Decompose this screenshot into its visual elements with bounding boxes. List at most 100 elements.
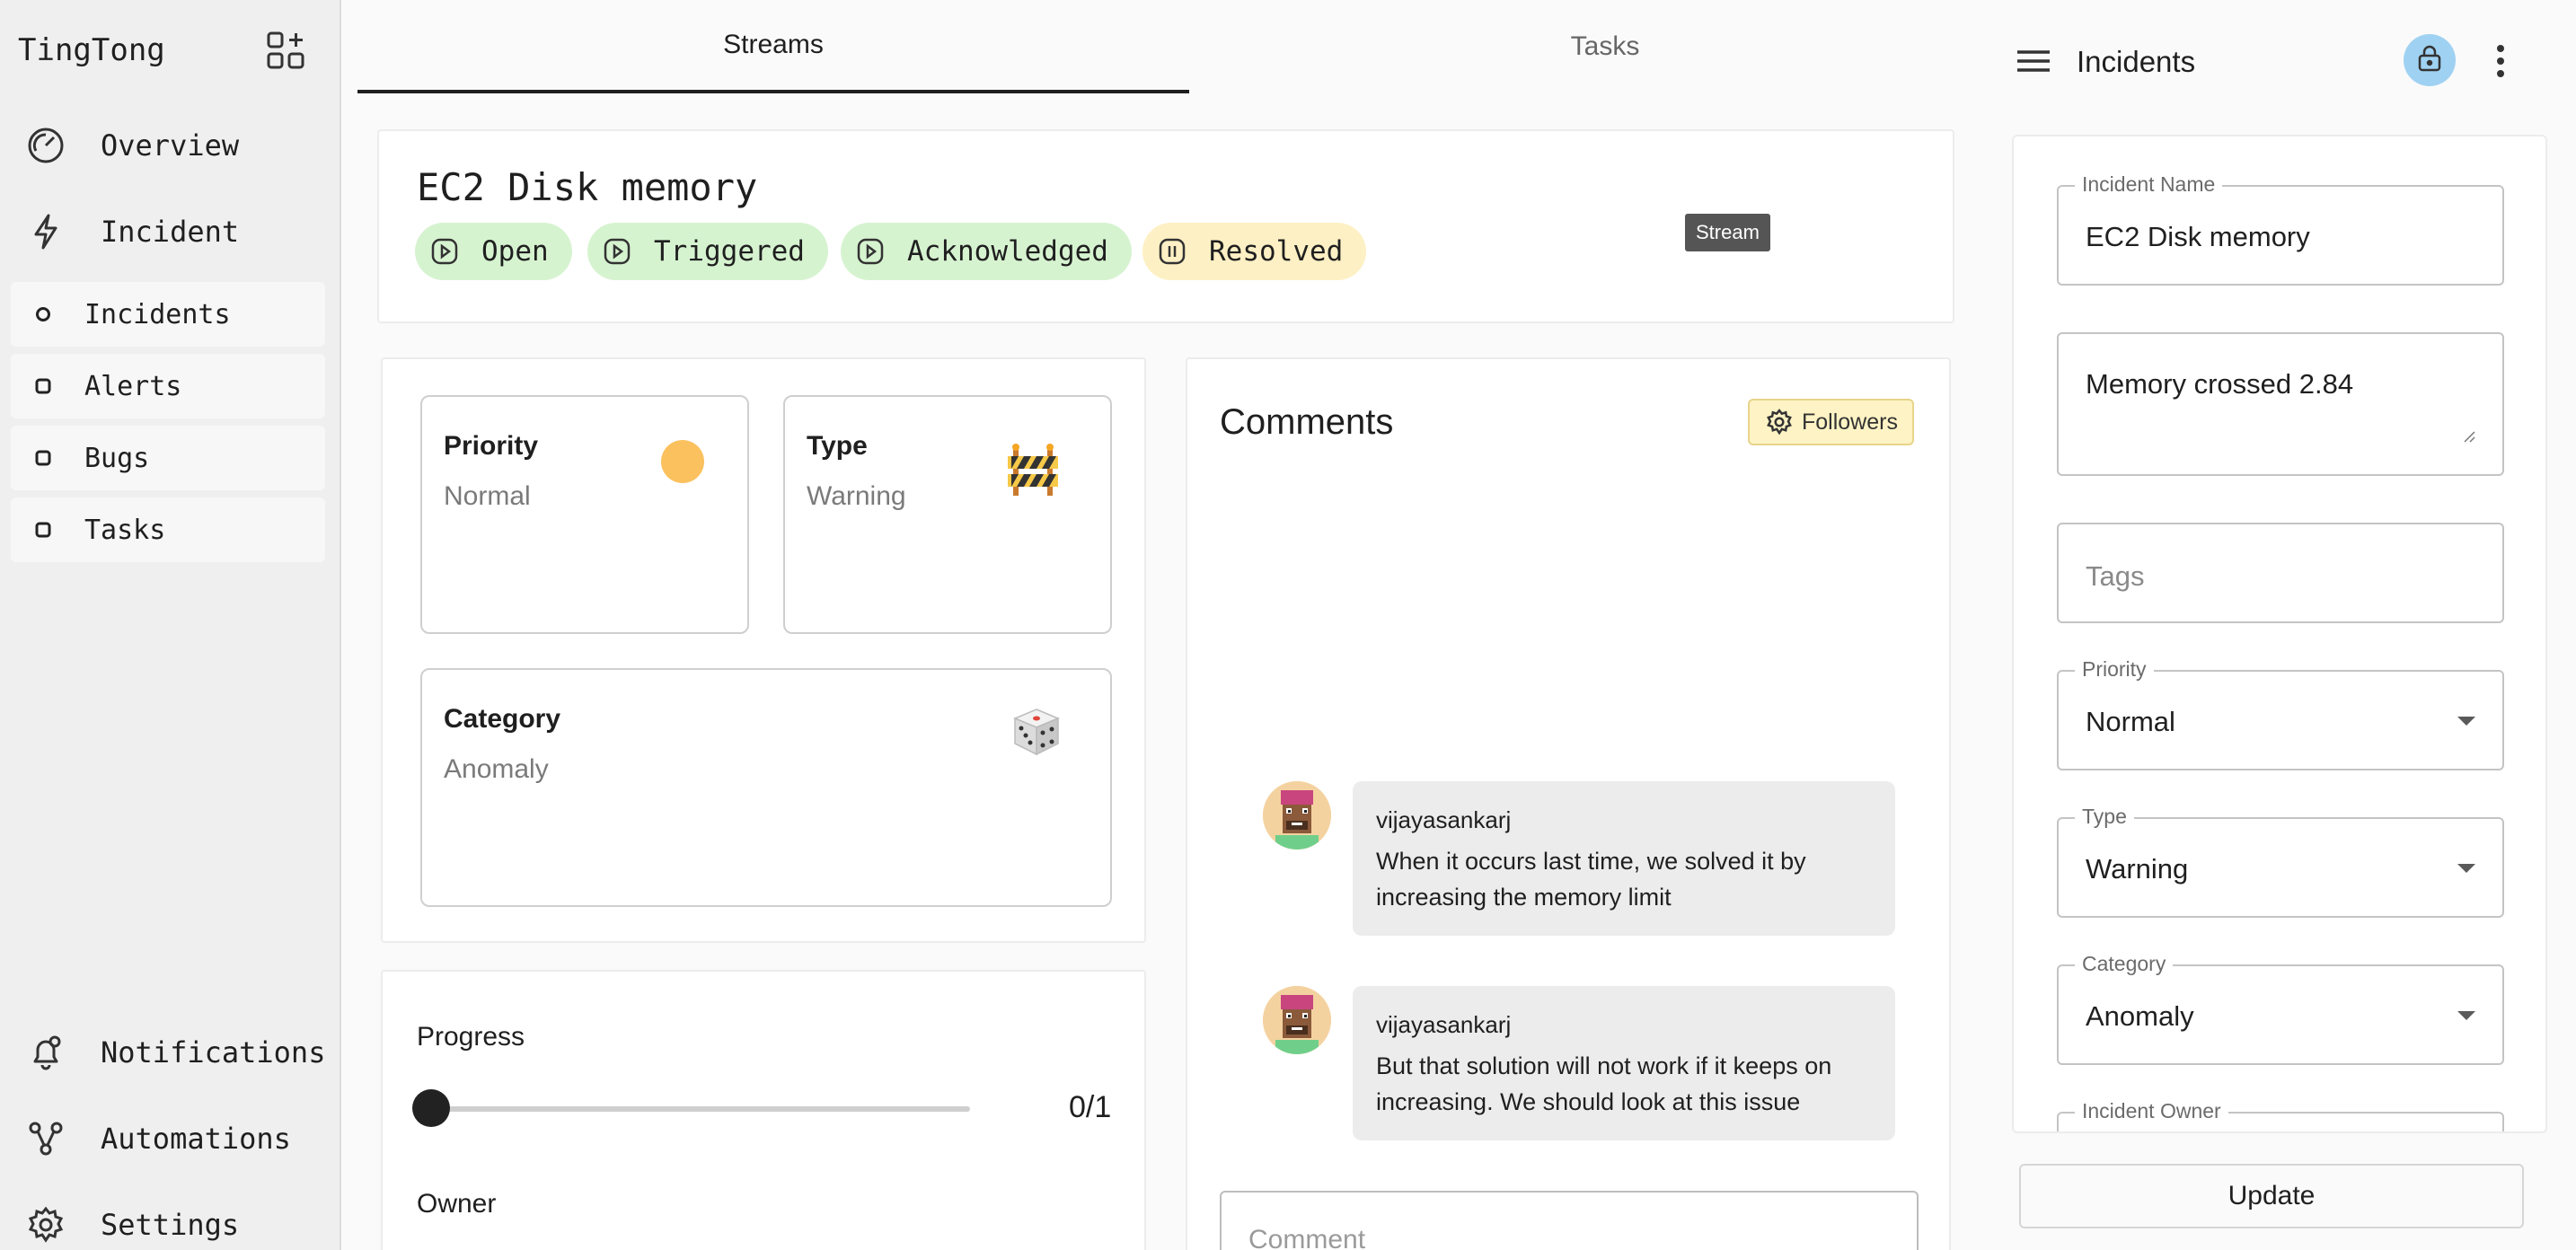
priority-select[interactable]: Priority Normal: [2057, 657, 2504, 770]
incident-name-field[interactable]: Incident Name EC2 Disk memory: [2057, 172, 2504, 286]
sidebar-item-alerts[interactable]: Alerts: [11, 354, 325, 418]
sidebar-item-label: Settings: [101, 1208, 240, 1242]
sidebar-item-settings[interactable]: Settings: [25, 1200, 239, 1250]
incident-form: Incident Name EC2 Disk memory Memory cro…: [2012, 135, 2547, 1133]
workflow-icon: [25, 1118, 66, 1159]
gear-icon: [1766, 409, 1793, 436]
sidebar-item-tasks[interactable]: Tasks: [11, 497, 325, 562]
field-label: Priority: [2075, 657, 2154, 682]
progress-value: 0/1: [1069, 1090, 1112, 1124]
state-chip-label: Acknowledged: [907, 235, 1108, 268]
add-widget-icon[interactable]: [266, 31, 305, 70]
type-select[interactable]: Type Warning: [2057, 805, 2504, 918]
pause-icon: [1159, 238, 1186, 265]
square-icon: [34, 449, 52, 467]
update-button[interactable]: Update: [2019, 1164, 2524, 1228]
field-label: Type: [2075, 805, 2134, 829]
sidebar-item-bugs[interactable]: Bugs: [11, 426, 325, 490]
lock-button[interactable]: [2404, 34, 2456, 86]
progress-slider-track[interactable]: [431, 1106, 970, 1112]
sidebar-item-overview[interactable]: Overview: [25, 120, 239, 171]
bell-icon: [25, 1032, 66, 1073]
sidebar-item-incident[interactable]: Incident: [25, 207, 239, 257]
play-icon: [431, 238, 458, 265]
chevron-down-icon: [2457, 1011, 2475, 1020]
field-value: Warning: [2086, 853, 2189, 885]
dice-icon: [1010, 706, 1063, 762]
sidebar-item-notifications[interactable]: Notifications: [25, 1027, 325, 1078]
hamburger-menu-icon[interactable]: [2014, 43, 2053, 79]
sidebar-item-label: Tasks: [84, 514, 166, 546]
state-chip-label: Open: [481, 235, 549, 268]
square-icon: [34, 377, 52, 395]
category-card-title: Category: [444, 704, 561, 734]
progress-slider-thumb[interactable]: [412, 1089, 450, 1127]
type-card: Type Warning: [783, 395, 1112, 634]
construction-barrier-icon: [1006, 444, 1060, 500]
tab-bar: Streams Tasks: [357, 0, 2010, 93]
lightning-icon: [25, 211, 66, 252]
field-label: Category: [2075, 952, 2174, 976]
field-value: EC2 Disk memory: [2086, 221, 2310, 252]
stream-tooltip: Stream: [1685, 214, 1770, 251]
sidebar-item-automations[interactable]: Automations: [25, 1114, 291, 1164]
category-card-value: Anomaly: [444, 754, 549, 784]
field-label: Incident Name: [2075, 172, 2223, 197]
comment-bubble: vijayasankarj When it occurs last time, …: [1353, 781, 1895, 936]
sidebar-item-label: Incidents: [84, 298, 231, 330]
sidebar-item-label: Bugs: [84, 442, 150, 474]
category-card: Category Anomaly: [420, 668, 1112, 907]
comment-text: But that solution will not work if it ke…: [1376, 1052, 1832, 1115]
field-value: Anomaly: [2086, 1000, 2194, 1032]
right-panel-title: Incidents: [2077, 45, 2196, 78]
state-chip-triggered[interactable]: Triggered: [587, 223, 828, 280]
page-title: EC2 Disk memory: [417, 165, 758, 209]
field-value: Normal: [2086, 706, 2175, 737]
sidebar-item-incidents[interactable]: Incidents: [11, 282, 325, 347]
priority-card: Priority Normal: [420, 395, 749, 634]
followers-label: Followers: [1802, 409, 1898, 435]
incident-info-panel: Priority Normal Type Warning Category An…: [381, 357, 1146, 943]
comment-input[interactable]: Comment: [1220, 1191, 1919, 1250]
state-chip-acknowledged[interactable]: Acknowledged: [841, 223, 1132, 280]
followers-button[interactable]: Followers: [1748, 399, 1914, 445]
state-chip-open[interactable]: Open: [415, 223, 572, 280]
priority-indicator-icon: [661, 440, 704, 483]
tags-field[interactable]: Tags: [2057, 523, 2504, 623]
more-vertical-icon[interactable]: [2488, 40, 2513, 83]
gear-icon: [25, 1204, 66, 1246]
sidebar-item-label: Incident: [101, 215, 240, 249]
circle-icon: [34, 305, 52, 323]
sidebar-item-label: Notifications: [101, 1035, 326, 1070]
comment-author: vijayasankarj: [1376, 1011, 1512, 1038]
state-chip-label: Triggered: [654, 235, 805, 268]
resize-handle-icon[interactable]: [2463, 430, 2475, 447]
priority-card-title: Priority: [444, 431, 539, 461]
tab-streams[interactable]: Streams: [357, 0, 1189, 93]
priority-card-value: Normal: [444, 481, 531, 511]
play-icon: [604, 238, 631, 265]
avatar: [1263, 781, 1331, 849]
incident-owner-field[interactable]: Incident Owner: [2057, 1099, 2504, 1131]
type-card-value: Warning: [807, 481, 906, 511]
progress-label: Progress: [417, 1022, 525, 1052]
sidebar-item-label: Overview: [101, 128, 240, 163]
tab-tasks[interactable]: Tasks: [1189, 0, 2021, 93]
field-value: Memory crossed 2.84: [2086, 368, 2354, 400]
chevron-down-icon: [2457, 864, 2475, 873]
chevron-down-icon: [2457, 717, 2475, 726]
comment-author: vijayasankarj: [1376, 806, 1512, 833]
sidebar: TingTong Overview Incident Incidents Ale…: [0, 0, 341, 1250]
app-title: TingTong: [18, 32, 165, 68]
avatar: [1263, 986, 1331, 1054]
comment-input-placeholder: Comment: [1248, 1225, 1366, 1250]
state-chip-label: Resolved: [1209, 235, 1344, 268]
category-select[interactable]: Category Anomaly: [2057, 952, 2504, 1065]
description-textarea[interactable]: Memory crossed 2.84: [2057, 332, 2504, 476]
sidebar-item-label: Automations: [101, 1122, 291, 1156]
comments-title: Comments: [1220, 402, 1394, 442]
state-chip-resolved[interactable]: Resolved: [1142, 223, 1367, 280]
square-icon: [34, 521, 52, 539]
field-placeholder: Tags: [2086, 560, 2145, 592]
field-label: Incident Owner: [2075, 1099, 2228, 1123]
